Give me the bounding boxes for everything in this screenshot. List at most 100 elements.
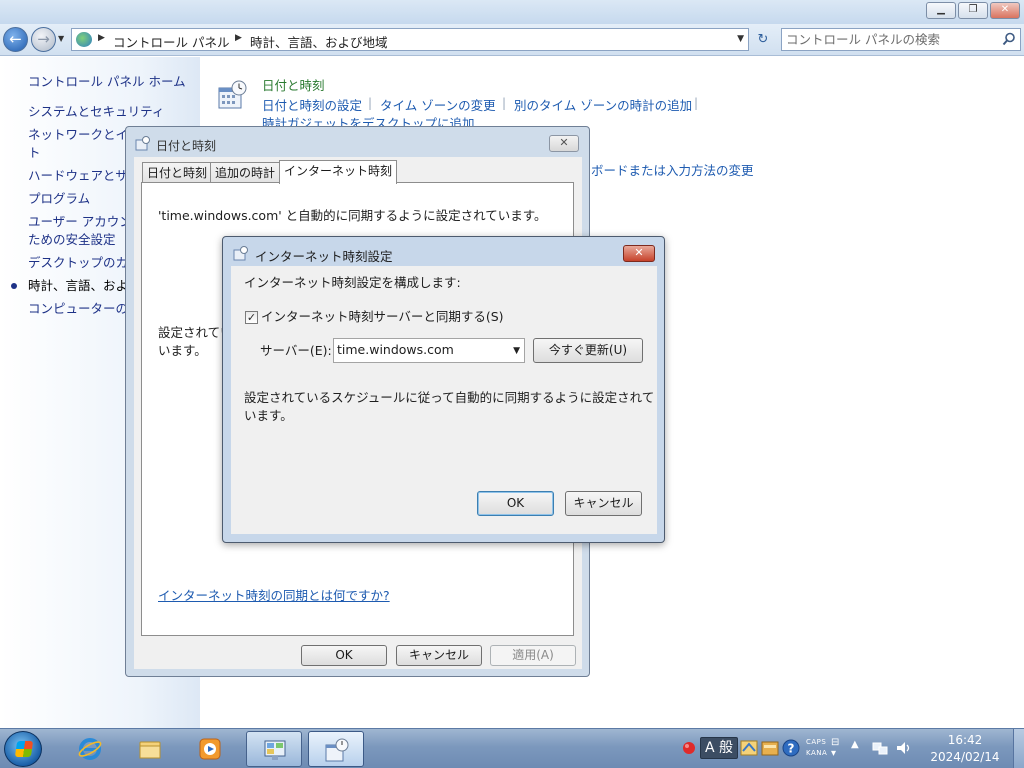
show-hidden-icons[interactable]: ▲ bbox=[851, 739, 859, 757]
taskbar-media-player[interactable] bbox=[182, 731, 238, 767]
sidebar-item-appearance[interactable]: デスクトップのカ bbox=[28, 255, 128, 271]
windows-start-icon bbox=[14, 741, 34, 757]
breadcrumb-clock-language-region[interactable]: 時計、言語、および地域 bbox=[250, 32, 388, 51]
server-combobox[interactable]: time.windows.com ▼ bbox=[333, 338, 525, 363]
close-icon[interactable]: ✕ bbox=[623, 245, 655, 262]
sidebar-item-system-security[interactable]: システムとセキュリティ bbox=[28, 104, 164, 120]
breadcrumb-control-panel[interactable]: コントロール パネル bbox=[113, 32, 229, 51]
ime-mode-indicator[interactable]: A 般 bbox=[700, 737, 739, 759]
internet-time-settings-dialog: インターネット時刻設定 ✕ インターネット時刻設定を構成します: ✓ インターネ… bbox=[222, 236, 665, 543]
link-add-clocks[interactable]: 別のタイム ゾーンの時計の追加 bbox=[514, 95, 692, 114]
recent-pages-dropdown[interactable]: ▼ bbox=[58, 34, 64, 43]
category-title[interactable]: 日付と時刻 bbox=[262, 75, 325, 94]
folder-icon bbox=[139, 741, 161, 759]
network-icon[interactable] bbox=[871, 739, 889, 757]
tab-additional-clocks[interactable]: 追加の時計 bbox=[210, 162, 281, 183]
cancel-button[interactable]: キャンセル bbox=[396, 645, 482, 666]
link-separator: | bbox=[694, 96, 699, 110]
date-time-icon bbox=[325, 738, 349, 762]
chevron-right-icon[interactable]: ▶ bbox=[235, 33, 242, 43]
volume-icon[interactable] bbox=[895, 739, 913, 757]
sync-checkbox[interactable]: ✓ bbox=[245, 311, 258, 324]
forward-arrow-icon[interactable]: → bbox=[31, 27, 56, 52]
current-item-bullet bbox=[11, 283, 17, 289]
settings-header: インターネット時刻設定を構成します: bbox=[244, 275, 461, 290]
refresh-icon[interactable]: ↻ bbox=[751, 29, 775, 51]
show-desktop-button[interactable] bbox=[1013, 729, 1024, 768]
search-box[interactable] bbox=[781, 28, 1021, 51]
sidebar-item-clock-language[interactable]: 時計、言語、およ bbox=[28, 278, 128, 294]
link-change-keyboard[interactable]: ボードまたは入力方法の変更 bbox=[591, 160, 754, 179]
schedule-text-line1: 設定されているスケジュールに従って自動的に同期するように設定されて bbox=[244, 390, 655, 405]
control-panel-icon bbox=[76, 32, 92, 47]
dialog-title: 日付と時刻 bbox=[156, 139, 217, 153]
tab-date-time[interactable]: 日付と時刻 bbox=[142, 162, 213, 183]
sidebar-item-ease-of-access[interactable]: コンピューターの bbox=[28, 301, 128, 317]
chevron-down-icon[interactable]: ▼ bbox=[513, 346, 520, 356]
sidebar-item-user-accounts[interactable]: ユーザー アカウン bbox=[28, 214, 132, 230]
ime-pad-icon[interactable] bbox=[740, 739, 758, 757]
date-time-icon bbox=[233, 246, 248, 261]
taskbar-explorer[interactable] bbox=[122, 731, 178, 767]
apply-button: 適用(A) bbox=[490, 645, 576, 666]
minimize-button[interactable]: ▁ bbox=[926, 2, 956, 19]
tab-internet-time[interactable]: インターネット時刻 bbox=[279, 160, 398, 184]
search-icon[interactable] bbox=[1002, 32, 1016, 46]
taskbar-control-panel[interactable] bbox=[246, 731, 302, 767]
schedule-text-line2: います。 bbox=[244, 408, 293, 423]
server-value[interactable]: time.windows.com bbox=[337, 342, 454, 357]
caps-kana-indicator: CAPS KANA bbox=[806, 737, 827, 759]
caps-label: CAPS bbox=[806, 738, 827, 746]
link-set-date-time[interactable]: 日付と時刻の設定 bbox=[262, 95, 362, 114]
control-panel-icon bbox=[264, 740, 286, 760]
close-icon[interactable]: ✕ bbox=[549, 135, 579, 152]
search-input[interactable] bbox=[786, 30, 994, 49]
sidebar-item-user-accounts-cont[interactable]: ための安全設定 bbox=[28, 232, 116, 248]
clock-date: 2024/02/14 bbox=[930, 750, 1000, 764]
sidebar-item-network-cont[interactable]: ト bbox=[28, 145, 41, 161]
clock-time: 16:42 bbox=[947, 733, 983, 747]
ime-mode: A bbox=[705, 740, 715, 756]
maximize-button[interactable]: ❐ bbox=[958, 2, 988, 19]
internet-time-help-link[interactable]: インターネット時刻の同期とは何ですか? bbox=[158, 585, 390, 604]
close-button[interactable]: ✕ bbox=[990, 2, 1020, 19]
kana-label: KANA bbox=[806, 749, 828, 757]
ok-button[interactable]: OK bbox=[477, 491, 554, 516]
chevron-right-icon[interactable]: ▶ bbox=[98, 33, 105, 43]
ime-options-icon[interactable]: ⊟ ▾ bbox=[831, 737, 839, 759]
window-titlebar: ▁ ❐ ✕ bbox=[0, 0, 1024, 24]
ime-tools-icon[interactable] bbox=[761, 739, 779, 757]
link-separator: | bbox=[502, 96, 507, 110]
update-now-button[interactable]: 今すぐ更新(U) bbox=[533, 338, 643, 363]
help-icon[interactable]: ? bbox=[782, 739, 800, 757]
start-button[interactable] bbox=[4, 731, 42, 767]
sidebar-item-programs[interactable]: プログラム bbox=[28, 191, 90, 207]
sidebar-item-hardware[interactable]: ハードウェアとサ bbox=[28, 168, 128, 184]
dialog-title: インターネット時刻設定 bbox=[255, 249, 393, 264]
ok-button[interactable]: OK bbox=[301, 645, 387, 666]
notification-icon[interactable] bbox=[680, 739, 698, 757]
link-change-timezone[interactable]: タイム ゾーンの変更 bbox=[380, 95, 496, 114]
link-separator: | bbox=[368, 96, 373, 110]
sidebar-home-link[interactable]: コントロール パネル ホーム bbox=[28, 71, 186, 90]
internet-explorer-icon bbox=[78, 738, 102, 760]
taskbar: A 般 ? CAPS KANA ⊟ ▾ ▲ 16:42 2024/02/14 bbox=[0, 728, 1024, 768]
sidebar-item-network[interactable]: ネットワークとイ bbox=[28, 127, 128, 143]
back-arrow-icon[interactable]: ← bbox=[3, 27, 28, 52]
server-label: サーバー(E): bbox=[260, 343, 332, 358]
system-clock[interactable]: 16:42 2024/02/14 bbox=[918, 732, 1012, 766]
taskbar-internet-explorer[interactable] bbox=[62, 731, 118, 767]
address-bar[interactable]: ▶ コントロール パネル ▶ 時計、言語、および地域 ▼ bbox=[71, 28, 749, 51]
date-time-icon bbox=[135, 136, 150, 151]
cancel-button[interactable]: キャンセル bbox=[565, 491, 642, 516]
media-player-icon bbox=[199, 738, 221, 760]
schedule-text-line2: います。 bbox=[158, 343, 207, 358]
sync-checkbox-label[interactable]: インターネット時刻サーバーと同期する(S) bbox=[261, 307, 504, 326]
taskbar-date-time[interactable] bbox=[308, 731, 364, 767]
clock-calendar-icon bbox=[218, 80, 247, 109]
dialog-client: インターネット時刻設定を構成します: ✓ インターネット時刻サーバーと同期する(… bbox=[231, 266, 657, 534]
svg-text:?: ? bbox=[788, 742, 795, 756]
ime-kanji: 般 bbox=[719, 740, 734, 756]
sync-status-text: 'time.windows.com' と自動的に同期するように設定されています。 bbox=[158, 208, 547, 223]
address-dropdown-icon[interactable]: ▼ bbox=[737, 34, 744, 44]
